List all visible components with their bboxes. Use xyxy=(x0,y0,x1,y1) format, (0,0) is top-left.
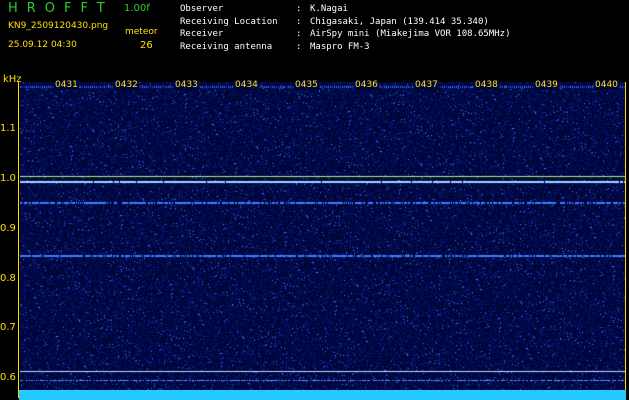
time-mark-0440: 0440 xyxy=(594,80,619,90)
info-sep: : xyxy=(296,29,302,39)
info-sep: : xyxy=(296,41,302,52)
ytick-0-7: 0.7 xyxy=(0,322,16,333)
time-mark-0433: 0433 xyxy=(174,80,199,90)
meteor-count: 26 xyxy=(140,40,153,51)
observation-info: Observer: K.Nagai Receiving Location: Chig… xyxy=(180,3,510,53)
info-key: Receiving antenna xyxy=(180,41,273,52)
timestamp-label: 25.09.12 04:30 xyxy=(8,40,77,50)
time-mark-0434: 0434 xyxy=(234,80,259,90)
spectrogram-plot xyxy=(20,82,626,390)
info-value: Maspro FM-3 xyxy=(310,41,370,52)
time-mark-0435: 0435 xyxy=(294,80,319,90)
time-mark-0436: 0436 xyxy=(354,80,379,90)
ytick-0-9: 0.9 xyxy=(0,223,16,234)
time-mark-0438: 0438 xyxy=(474,80,499,90)
meteor-label: meteor xyxy=(125,27,158,37)
info-sep: : xyxy=(296,4,302,14)
time-mark-0432: 0432 xyxy=(114,80,139,90)
y-axis-line xyxy=(18,82,19,398)
info-key: Receiving Location xyxy=(180,16,278,27)
app-title: HROFFT xyxy=(8,1,114,16)
ytick-0-8: 0.8 xyxy=(0,273,16,284)
right-border-line xyxy=(625,82,626,398)
ytick-0-6: 0.6 xyxy=(0,372,16,383)
bottom-signal-strip xyxy=(19,390,626,400)
info-sep: : xyxy=(296,16,302,27)
time-mark-0439: 0439 xyxy=(534,80,559,90)
info-value: Chigasaki, Japan (139.414 35.340) xyxy=(310,16,489,27)
info-row-location: Receiving Location: Chigasaki, Japan (139… xyxy=(180,16,510,29)
info-value: K.Nagai xyxy=(310,4,348,14)
info-key: Observer xyxy=(180,4,224,14)
info-value: AirSpy mini (Miakejima VOR 108.65MHz) xyxy=(310,29,511,39)
info-row-receiver: Receiver: AirSpy mini (Miakejima VOR 108.… xyxy=(180,28,510,41)
ytick-1-1: 1.1 xyxy=(0,123,16,134)
version-label: 1.00f xyxy=(124,3,150,14)
header-panel: HROFFT 1.00f KN9_2509120430.png meteor 2… xyxy=(0,0,629,72)
info-row-antenna: Receiving antenna: Maspro FM-3 xyxy=(180,41,510,54)
info-key: Receiver xyxy=(180,29,224,39)
filename-label: KN9_2509120430.png xyxy=(8,21,109,31)
time-mark-0437: 0437 xyxy=(414,80,439,90)
info-row-observer: Observer: K.Nagai xyxy=(180,3,510,16)
time-mark-0431: 0431 xyxy=(54,80,79,90)
ytick-1-0: 1.0 xyxy=(0,173,16,184)
waterfall-canvas xyxy=(20,82,626,390)
